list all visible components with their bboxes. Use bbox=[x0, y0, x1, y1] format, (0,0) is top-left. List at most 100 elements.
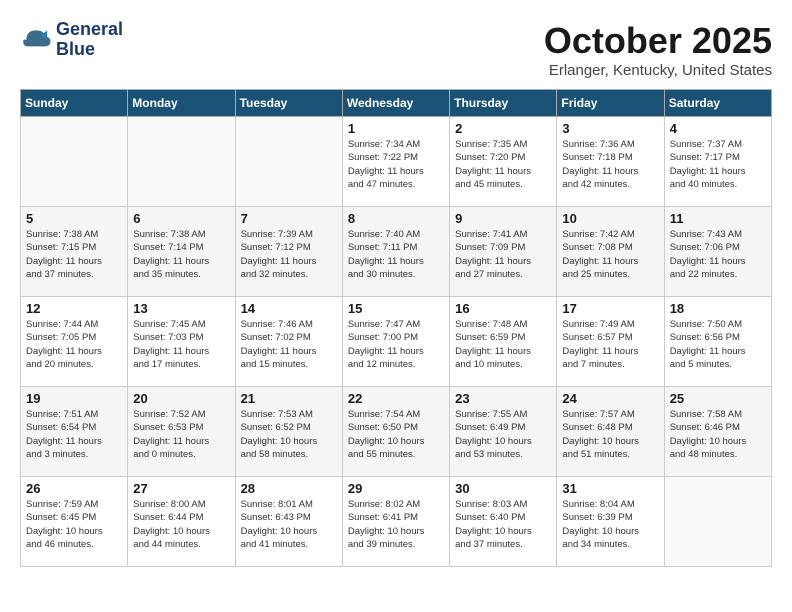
weekday-header-sunday: Sunday bbox=[21, 90, 128, 117]
day-info: Sunrise: 7:39 AM Sunset: 7:12 PM Dayligh… bbox=[241, 228, 337, 281]
calendar-cell: 23Sunrise: 7:55 AM Sunset: 6:49 PM Dayli… bbox=[450, 387, 557, 477]
day-info: Sunrise: 7:58 AM Sunset: 6:46 PM Dayligh… bbox=[670, 408, 766, 461]
day-info: Sunrise: 7:54 AM Sunset: 6:50 PM Dayligh… bbox=[348, 408, 444, 461]
calendar-cell: 24 Sunrise: 7:57 AM Sunset: 6:48 PM Dayli… bbox=[557, 387, 664, 477]
day-number: 30 bbox=[455, 481, 551, 496]
calendar-cell: 17Sunrise: 7:49 AM Sunset: 6:57 PM Dayli… bbox=[557, 297, 664, 387]
day-number: 12 bbox=[26, 301, 122, 316]
day-info: Sunrise: 7:52 AM Sunset: 6:53 PM Dayligh… bbox=[133, 408, 229, 461]
weekday-header-saturday: Saturday bbox=[664, 90, 771, 117]
calendar-cell: 12Sunrise: 7:44 AM Sunset: 7:05 PM Dayli… bbox=[21, 297, 128, 387]
day-number: 4 bbox=[670, 121, 766, 136]
day-info: Sunrise: 7:41 AM Sunset: 7:09 PM Dayligh… bbox=[455, 228, 551, 281]
week-row-2: 5Sunrise: 7:38 AM Sunset: 7:15 PM Daylig… bbox=[21, 207, 772, 297]
day-number: 16 bbox=[455, 301, 551, 316]
day-info: Sunrise: 7:35 AM Sunset: 7:20 PM Dayligh… bbox=[455, 138, 551, 191]
day-number: 6 bbox=[133, 211, 229, 226]
calendar-cell: 6Sunrise: 7:38 AM Sunset: 7:14 PM Daylig… bbox=[128, 207, 235, 297]
day-info: Sunrise: 7:37 AM Sunset: 7:17 PM Dayligh… bbox=[670, 138, 766, 191]
month-title: October 2025 bbox=[544, 20, 772, 62]
calendar-cell: 3 Sunrise: 7:36 AM Sunset: 7:18 PM Daylig… bbox=[557, 117, 664, 207]
day-number: 15 bbox=[348, 301, 444, 316]
calendar-cell: 19 Sunrise: 7:51 AM Sunset: 6:54 PM Dayli… bbox=[21, 387, 128, 477]
title-area: October 2025 Erlanger, Kentucky, United … bbox=[544, 20, 772, 79]
day-info: Sunrise: 8:00 AM Sunset: 6:44 PM Dayligh… bbox=[133, 498, 229, 551]
location: Erlanger, Kentucky, United States bbox=[544, 62, 772, 79]
day-info: Sunrise: 7:47 AM Sunset: 7:00 PM Dayligh… bbox=[348, 318, 444, 371]
day-number: 2 bbox=[455, 121, 551, 136]
day-number: 23 bbox=[455, 391, 551, 406]
weekday-header-thursday: Thursday bbox=[450, 90, 557, 117]
calendar-cell: 20 Sunrise: 7:52 AM Sunset: 6:53 PM Dayli… bbox=[128, 387, 235, 477]
day-info: Sunrise: 7:34 AM Sunset: 7:22 PM Dayligh… bbox=[348, 138, 444, 191]
logo-line1: General bbox=[56, 20, 123, 40]
day-number: 14 bbox=[241, 301, 337, 316]
calendar-cell: 21Sunrise: 7:53 AM Sunset: 6:52 PM Dayli… bbox=[235, 387, 342, 477]
day-number: 17 bbox=[562, 301, 658, 316]
calendar-cell: 30 Sunrise: 8:03 AM Sunset: 6:40 PM Dayli… bbox=[450, 477, 557, 567]
day-info: Sunrise: 7:45 AM Sunset: 7:03 PM Dayligh… bbox=[133, 318, 229, 371]
calendar-cell: 1 Sunrise: 7:34 AM Sunset: 7:22 PM Daylig… bbox=[342, 117, 449, 207]
day-info: Sunrise: 8:02 AM Sunset: 6:41 PM Dayligh… bbox=[348, 498, 444, 551]
day-number: 26 bbox=[26, 481, 122, 496]
day-info: Sunrise: 7:53 AM Sunset: 6:52 PM Dayligh… bbox=[241, 408, 337, 461]
calendar-cell: 13Sunrise: 7:45 AM Sunset: 7:03 PM Dayli… bbox=[128, 297, 235, 387]
day-number: 9 bbox=[455, 211, 551, 226]
day-number: 29 bbox=[348, 481, 444, 496]
day-number: 11 bbox=[670, 211, 766, 226]
day-info: Sunrise: 7:38 AM Sunset: 7:15 PM Dayligh… bbox=[26, 228, 122, 281]
weekday-header-wednesday: Wednesday bbox=[342, 90, 449, 117]
day-number: 18 bbox=[670, 301, 766, 316]
day-info: Sunrise: 7:51 AM Sunset: 6:54 PM Dayligh… bbox=[26, 408, 122, 461]
calendar-cell: 16 Sunrise: 7:48 AM Sunset: 6:59 PM Dayli… bbox=[450, 297, 557, 387]
day-info: Sunrise: 7:43 AM Sunset: 7:06 PM Dayligh… bbox=[670, 228, 766, 281]
calendar-cell bbox=[21, 117, 128, 207]
day-number: 25 bbox=[670, 391, 766, 406]
calendar-cell: 15 Sunrise: 7:47 AM Sunset: 7:00 PM Dayli… bbox=[342, 297, 449, 387]
day-info: Sunrise: 7:40 AM Sunset: 7:11 PM Dayligh… bbox=[348, 228, 444, 281]
day-number: 1 bbox=[348, 121, 444, 136]
day-info: Sunrise: 7:59 AM Sunset: 6:45 PM Dayligh… bbox=[26, 498, 122, 551]
logo: General Blue bbox=[20, 20, 123, 60]
day-number: 10 bbox=[562, 211, 658, 226]
calendar-cell bbox=[128, 117, 235, 207]
calendar-cell: 5Sunrise: 7:38 AM Sunset: 7:15 PM Daylig… bbox=[21, 207, 128, 297]
day-number: 24 bbox=[562, 391, 658, 406]
day-number: 22 bbox=[348, 391, 444, 406]
day-info: Sunrise: 7:48 AM Sunset: 6:59 PM Dayligh… bbox=[455, 318, 551, 371]
page-header: General Blue October 2025 Erlanger, Kent… bbox=[20, 20, 772, 79]
day-info: Sunrise: 7:36 AM Sunset: 7:18 PM Dayligh… bbox=[562, 138, 658, 191]
calendar-cell: 14 Sunrise: 7:46 AM Sunset: 7:02 PM Dayli… bbox=[235, 297, 342, 387]
day-info: Sunrise: 7:50 AM Sunset: 6:56 PM Dayligh… bbox=[670, 318, 766, 371]
calendar-cell: 18 Sunrise: 7:50 AM Sunset: 6:56 PM Dayli… bbox=[664, 297, 771, 387]
weekday-header-monday: Monday bbox=[128, 90, 235, 117]
weekday-header-row: SundayMondayTuesdayWednesdayThursdayFrid… bbox=[21, 90, 772, 117]
calendar-cell bbox=[664, 477, 771, 567]
week-row-5: 26 Sunrise: 7:59 AM Sunset: 6:45 PM Dayli… bbox=[21, 477, 772, 567]
calendar-cell: 9 Sunrise: 7:41 AM Sunset: 7:09 PM Daylig… bbox=[450, 207, 557, 297]
weekday-header-friday: Friday bbox=[557, 90, 664, 117]
day-number: 8 bbox=[348, 211, 444, 226]
day-number: 28 bbox=[241, 481, 337, 496]
week-row-3: 12Sunrise: 7:44 AM Sunset: 7:05 PM Dayli… bbox=[21, 297, 772, 387]
week-row-4: 19 Sunrise: 7:51 AM Sunset: 6:54 PM Dayli… bbox=[21, 387, 772, 477]
calendar-cell: 7Sunrise: 7:39 AM Sunset: 7:12 PM Daylig… bbox=[235, 207, 342, 297]
calendar-cell: 10Sunrise: 7:42 AM Sunset: 7:08 PM Dayli… bbox=[557, 207, 664, 297]
calendar-cell: 4 Sunrise: 7:37 AM Sunset: 7:17 PM Daylig… bbox=[664, 117, 771, 207]
day-number: 31 bbox=[562, 481, 658, 496]
weekday-header-tuesday: Tuesday bbox=[235, 90, 342, 117]
day-number: 3 bbox=[562, 121, 658, 136]
day-info: Sunrise: 7:46 AM Sunset: 7:02 PM Dayligh… bbox=[241, 318, 337, 371]
day-info: Sunrise: 7:57 AM Sunset: 6:48 PM Dayligh… bbox=[562, 408, 658, 461]
day-info: Sunrise: 8:03 AM Sunset: 6:40 PM Dayligh… bbox=[455, 498, 551, 551]
calendar-cell: 22 Sunrise: 7:54 AM Sunset: 6:50 PM Dayli… bbox=[342, 387, 449, 477]
calendar-cell: 8 Sunrise: 7:40 AM Sunset: 7:11 PM Daylig… bbox=[342, 207, 449, 297]
week-row-1: 1 Sunrise: 7:34 AM Sunset: 7:22 PM Daylig… bbox=[21, 117, 772, 207]
calendar-cell: 25 Sunrise: 7:58 AM Sunset: 6:46 PM Dayli… bbox=[664, 387, 771, 477]
calendar-cell: 26 Sunrise: 7:59 AM Sunset: 6:45 PM Dayli… bbox=[21, 477, 128, 567]
calendar-cell: 31Sunrise: 8:04 AM Sunset: 6:39 PM Dayli… bbox=[557, 477, 664, 567]
calendar-cell: 11 Sunrise: 7:43 AM Sunset: 7:06 PM Dayli… bbox=[664, 207, 771, 297]
logo-icon bbox=[20, 24, 52, 56]
day-number: 19 bbox=[26, 391, 122, 406]
day-number: 20 bbox=[133, 391, 229, 406]
